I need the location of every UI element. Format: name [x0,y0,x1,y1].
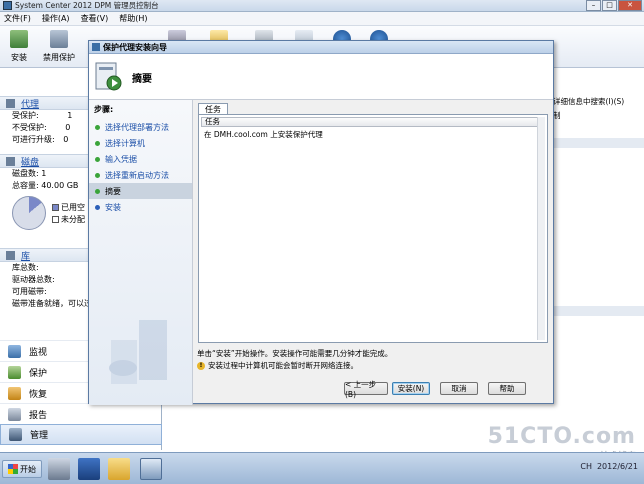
dialog-icon [92,43,100,51]
dialog-buttons: < 上一步(B) 安装(N) 取消 帮助 [344,380,526,399]
disable-protection-icon [50,30,68,48]
library-icon [6,250,15,260]
dpm-console-taskbar-icon[interactable] [140,458,162,480]
agent-link[interactable]: 代理 [21,97,39,110]
menu-help[interactable]: 帮助(H) [119,13,147,24]
decorative-server-graphic [109,320,167,384]
step-deploy-method[interactable]: 选择代理部署方法 [89,119,192,135]
steps-title: 步骤: [94,105,114,114]
monitor-icon [8,344,21,358]
search-hint[interactable]: 详细信息中搜索(I)(S) [553,96,624,107]
row-highlight [553,138,644,148]
dialog-header: 摘要 [89,54,553,100]
step-install[interactable]: 安装 [89,199,192,215]
install-label: 安装 [11,53,27,62]
disable-protection-button[interactable]: 禁用保护 [43,30,75,63]
back-button[interactable]: < 上一步(B) [344,380,388,399]
window-title-bar: System Center 2012 DPM 管理员控制台 – □ ✕ [0,0,644,12]
window-title: System Center 2012 DPM 管理员控制台 [15,1,159,10]
reports-icon [8,407,21,421]
management-icon [9,428,22,441]
disk-link[interactable]: 磁盘 [21,155,39,168]
task-row[interactable]: 在 DMH.cool.com 上安装保护代理 [204,129,323,140]
library-link[interactable]: 库 [21,249,30,262]
server-manager-icon[interactable] [48,458,70,480]
menu-action[interactable]: 操作(A) [42,13,70,24]
menu-file[interactable]: 文件(F) [4,13,31,24]
clock-date[interactable]: 2012/6/21 [597,462,638,471]
agent-icon [6,98,15,108]
task-list: 任务 在 DMH.cool.com 上安装保护代理 [198,114,548,343]
warning-text: 安装过程中计算机可能会暂时断开网络连接。 [208,361,358,370]
warning-icon: ! [197,361,205,370]
agent-install-wizard: 保护代理安装向导 摘要 步骤: 选择代理部署方法 选择计算机 输入凭据 选择重新… [88,40,554,405]
install-info-text: 单击“安装”开始操作。安装操作可能需要几分钟才能完成。 [197,349,393,358]
install-button[interactable]: 安装(N) [392,382,430,395]
legend-unallocated: 未分配 [52,214,85,225]
disk-icon [6,156,15,166]
wizard-steps: 步骤: 选择代理部署方法 选择计算机 输入凭据 选择重新启动方法 摘要 安装 [89,100,193,405]
maximize-button[interactable]: □ [602,0,617,11]
disk-pie [12,196,46,230]
close-button[interactable]: ✕ [618,0,642,11]
dialog-title: 保护代理安装向导 [103,42,167,52]
disable-protection-label: 禁用保护 [43,53,75,62]
cancel-button[interactable]: 取消 [440,382,478,395]
windows-flag-icon [8,464,18,474]
task-list-scrollbar[interactable] [537,117,545,340]
powershell-icon[interactable] [78,458,100,480]
language-indicator[interactable]: CH [580,462,592,471]
protection-icon [8,365,21,379]
dialog-title-bar: 保护代理安装向导 [89,41,553,54]
menu-bar: 文件(F) 操作(A) 查看(V) 帮助(H) [0,12,644,26]
system-tray: CH 2012/6/21 [580,462,638,471]
start-button[interactable]: 开始 [2,460,42,478]
explorer-icon[interactable] [108,458,130,480]
dialog-heading: 摘要 [132,74,152,85]
install-ribbon-button[interactable]: 安装 [10,30,28,63]
column-header[interactable]: 制 [553,110,561,121]
install-icon [10,30,28,48]
minimize-button[interactable]: – [586,0,601,11]
step-select-computers[interactable]: 选择计算机 [89,135,192,151]
recovery-icon [8,386,21,400]
step-credentials[interactable]: 输入凭据 [89,151,192,167]
task-column-header[interactable]: 任务 [201,117,545,127]
nav-management[interactable]: 管理 [0,424,162,445]
step-restart-method[interactable]: 选择重新启动方法 [89,167,192,183]
taskbar: 开始 CH 2012/6/21 [0,452,644,484]
help-button[interactable]: 帮助 [488,382,526,395]
step-summary[interactable]: 摘要 [89,183,192,199]
nav-reports[interactable]: 报告 [0,403,162,424]
legend-used: 已用空 [52,202,85,213]
wizard-icon [95,62,122,91]
app-icon [3,1,12,10]
menu-view[interactable]: 查看(V) [81,13,109,24]
task-tab-area: 任务 任务 在 DMH.cool.com 上安装保护代理 [198,103,548,343]
warning-message: ! 安装过程中计算机可能会暂时断开网络连接。 [197,360,358,371]
